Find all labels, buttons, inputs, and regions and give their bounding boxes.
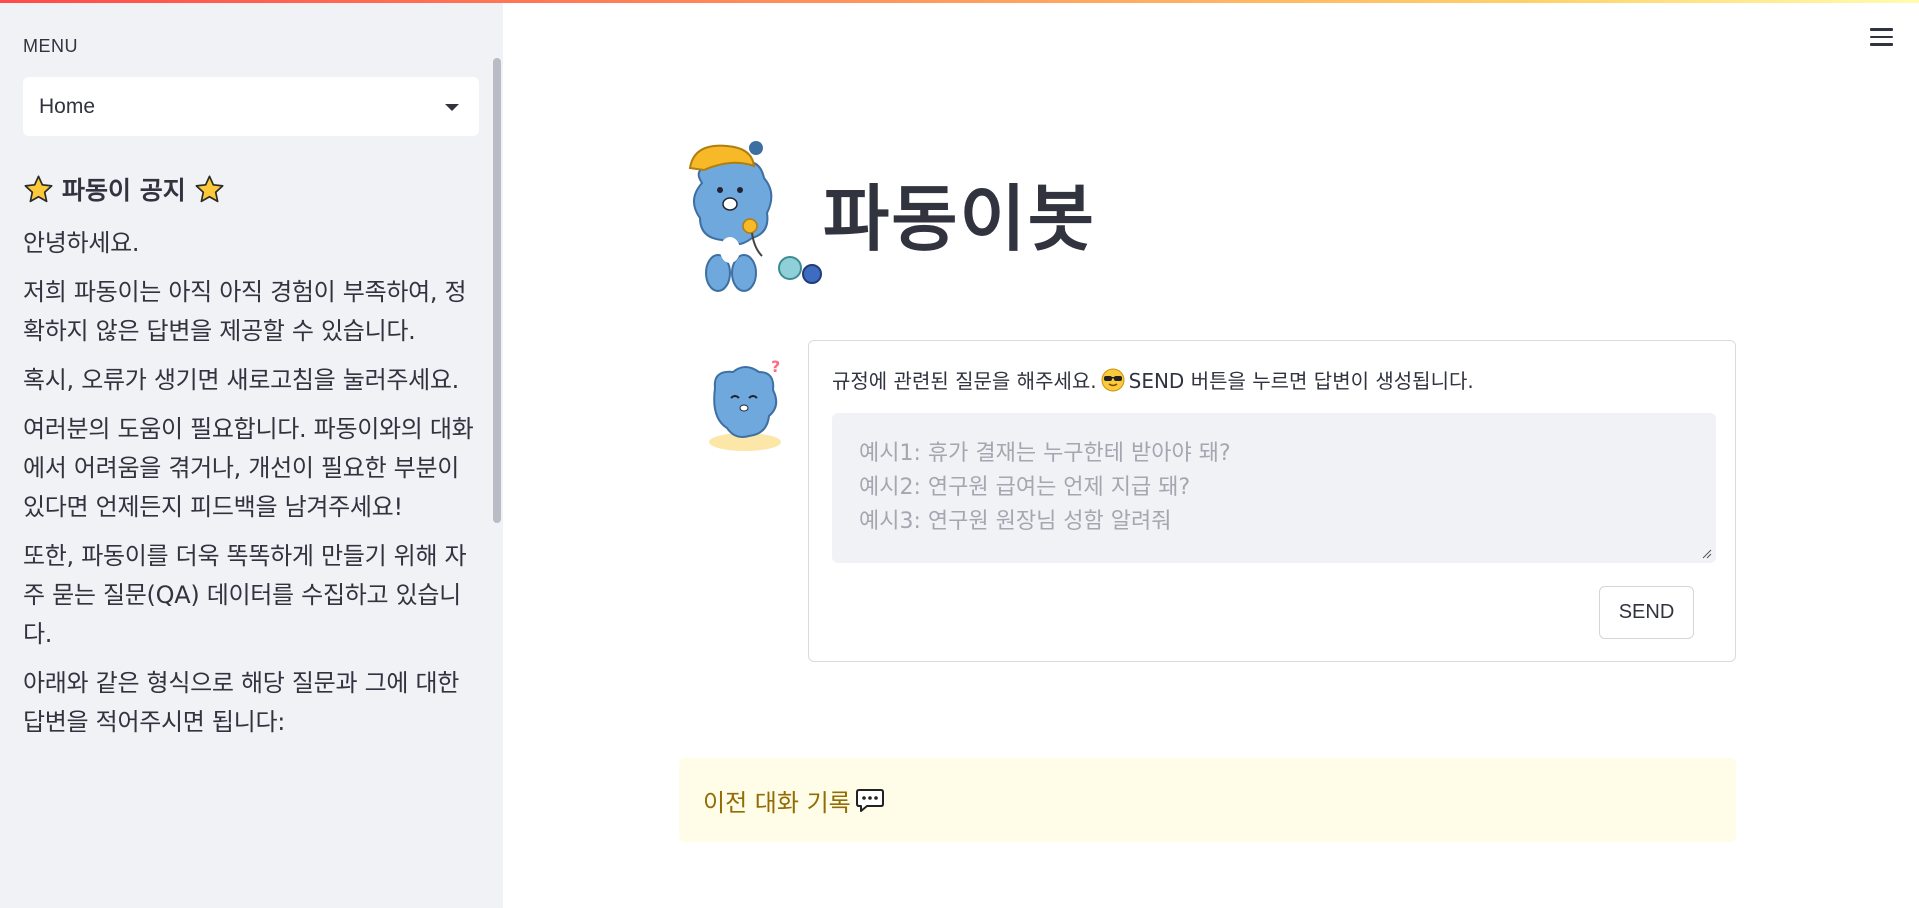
notice-paragraph: 여러분의 도움이 필요합니다. 파동이와의 대화에서 어려움을 겪거나, 개선이… [23,415,474,521]
sidebar: MENU Home 파동이 공지 안녕하세요. 저희 파동이는 아직 아직 경험… [0,0,503,908]
star-icon [24,174,53,202]
notice-paragraph: 또한, 파동이를 더욱 똑똑하게 만들기 위해 자주 묻는 질문(QA) 데이터… [23,542,467,648]
chevron-down-icon [445,104,459,111]
svg-text:?: ? [771,358,780,376]
page-title: 파동이봇 [823,176,1096,261]
menu-label: MENU [23,36,78,56]
notice-paragraph: 아래와 같은 형식으로 해당 질문과 그에 대한 답변을 적어주시면 됩니다: [23,669,460,736]
instruction-text: 규정에 관련된 질문을 해주세요. [832,369,1097,393]
menu-select[interactable]: Home [23,77,479,136]
assistant-avatar: ? [709,358,781,451]
history-expander[interactable]: 이전 대화 기록 [679,758,1736,842]
mascot-image [688,141,822,292]
top-decoration-bar [0,0,1919,3]
sidebar-scrollbar-thumb[interactable] [493,58,501,523]
notice-paragraph: 저희 파동이는 아직 아직 경험이 부족하여, 정확하지 않은 답변을 제공할 … [23,278,467,345]
question-textarea-wrap [832,413,1716,563]
question-textarea[interactable] [832,413,1716,563]
notice-title-text: 파동이 공지 [62,176,186,205]
notice-paragraph: 혹시, 오류가 생기면 새로고침을 눌러주세요. [23,366,460,394]
form-instruction: 규정에 관련된 질문을 해주세요. SEND 버튼을 누르면 답변이 생성됩니다… [832,365,1474,394]
title-row: 파동이봇 [682,138,1096,298]
notice-section: 파동이 공지 안녕하세요. 저희 파동이는 아직 아직 경험이 부족하여, 정확… [23,168,479,742]
instruction-text: SEND 버튼을 누르면 답변이 생성됩니다. [1128,369,1474,393]
notice-title: 파동이 공지 [23,168,479,210]
speech-bubble-icon [855,789,884,812]
hamburger-menu-icon[interactable] [1870,28,1894,48]
history-label: 이전 대화 기록 [703,788,851,817]
sunglasses-emoji-icon [1101,368,1125,391]
menu-select-value: Home [39,94,96,118]
resize-grip-icon[interactable] [1702,549,1712,559]
star-icon [195,174,224,202]
notice-paragraph: 안녕하세요. [23,229,140,257]
question-form: 규정에 관련된 질문을 해주세요. SEND 버튼을 누르면 답변이 생성됩니다… [808,340,1736,662]
send-button[interactable]: SEND [1599,586,1694,639]
